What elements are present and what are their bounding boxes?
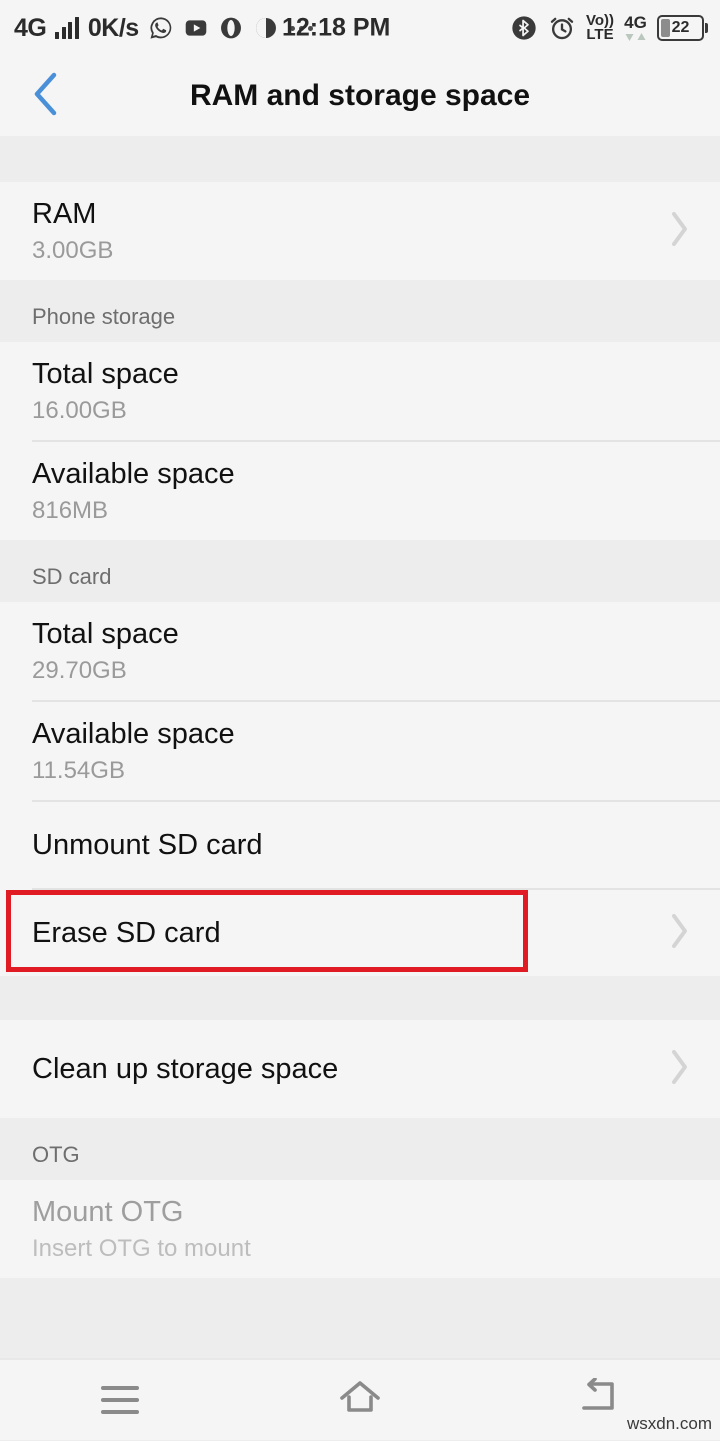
- list-item-title: Available space: [32, 718, 235, 751]
- data-rate-label: 0K/s: [87, 13, 139, 42]
- mobile-network-label: 4G: [624, 13, 647, 32]
- section-header-phone-storage: Phone storage: [0, 280, 720, 342]
- list-item-title: Total space: [32, 618, 179, 651]
- status-bar-clock: 12:18 PM: [282, 13, 391, 42]
- row-texts: Mount OTG Insert OTG to mount: [32, 1197, 251, 1261]
- list-item-title: RAM: [32, 198, 97, 231]
- row-texts: Total space 16.00GB: [32, 359, 179, 423]
- nav-home-button[interactable]: [300, 1359, 420, 1441]
- list-item-subtitle: Insert OTG to mount: [32, 1234, 251, 1262]
- row-texts: Unmount SD card: [32, 828, 263, 861]
- list-item-subtitle: 3.00GB: [32, 236, 114, 264]
- status-bar-right: Vo)) LTE 4G 22: [510, 13, 704, 43]
- list-item-mount-otg: Mount OTG Insert OTG to mount: [0, 1180, 720, 1278]
- chevron-right-icon: [666, 1045, 692, 1094]
- battery-icon: 22: [657, 15, 704, 41]
- app-bar: RAM and storage space: [0, 56, 720, 136]
- battery-level-label: 22: [671, 19, 690, 36]
- signal-bars-icon: [55, 17, 79, 39]
- row-texts: Available space 11.54GB: [32, 719, 235, 783]
- system-navigation-bar: [0, 1358, 720, 1440]
- home-icon: [337, 1378, 383, 1423]
- row-texts: Erase SD card: [32, 916, 221, 949]
- cleanup-group: Clean up storage space: [0, 1020, 720, 1118]
- list-item-phone-available-space[interactable]: Available space 816MB: [0, 442, 720, 540]
- list-item-subtitle: 11.54GB: [32, 756, 125, 784]
- nav-menu-button[interactable]: [60, 1359, 180, 1441]
- row-texts: Available space 816MB: [32, 459, 235, 523]
- list-item-clean-up-storage-space[interactable]: Clean up storage space: [0, 1020, 720, 1118]
- spacer-top: [0, 136, 720, 182]
- page-title: RAM and storage space: [189, 79, 531, 112]
- back-chevron-icon: [29, 69, 63, 124]
- list-item-title: Mount OTG: [32, 1196, 184, 1229]
- row-texts: Total space 29.70GB: [32, 619, 179, 683]
- opera-icon: [218, 15, 244, 41]
- whatsapp-icon: [148, 15, 174, 41]
- row-texts: Clean up storage space: [32, 1052, 339, 1085]
- list-item-subtitle: 29.70GB: [32, 656, 127, 684]
- mobile-network-icon: 4G: [624, 14, 647, 42]
- list-item-title: Clean up storage space: [32, 1052, 339, 1085]
- list-item-sd-available-space[interactable]: Available space 11.54GB: [0, 702, 720, 800]
- list-item-ram[interactable]: RAM 3.00GB: [0, 182, 720, 280]
- row-texts: RAM 3.00GB: [32, 199, 113, 263]
- sd-card-group: Total space 29.70GB Available space 11.5…: [0, 602, 720, 976]
- back-button[interactable]: [0, 56, 92, 136]
- volte-icon: Vo)) LTE: [586, 13, 614, 43]
- back-icon: [578, 1376, 622, 1423]
- watermark: wsxdn.com: [626, 1414, 712, 1433]
- network-type-label: 4G: [14, 13, 47, 42]
- chevron-right-icon: [666, 207, 692, 256]
- status-bar: 4G 0K/s 12:18 PM Vo)) LTE 4G 22: [0, 0, 720, 56]
- bluetooth-icon: [510, 14, 538, 42]
- section-header-otg: OTG: [0, 1118, 720, 1180]
- otg-group: Mount OTG Insert OTG to mount: [0, 1180, 720, 1278]
- battery-fill: [661, 19, 671, 37]
- menu-icon: [101, 1386, 139, 1414]
- section-header-sd-card: SD card: [0, 540, 720, 602]
- list-item-unmount-sd-card[interactable]: Unmount SD card: [0, 802, 720, 888]
- list-item-title: Erase SD card: [32, 916, 221, 949]
- list-item-title: Total space: [32, 358, 179, 391]
- youtube-icon: [183, 15, 209, 41]
- alarm-icon: [548, 14, 576, 42]
- clock-app-icon: [253, 15, 279, 41]
- data-transfer-arrows-icon: [624, 32, 647, 42]
- phone-storage-group: Total space 16.00GB Available space 816M…: [0, 342, 720, 540]
- list-item-phone-total-space[interactable]: Total space 16.00GB: [0, 342, 720, 440]
- spacer-cleanup: [0, 976, 720, 1020]
- list-item-title: Available space: [32, 458, 235, 491]
- chevron-right-icon: [666, 909, 692, 958]
- volte-bottom-label: LTE: [586, 26, 614, 43]
- list-item-subtitle: 16.00GB: [32, 396, 127, 424]
- list-item-erase-sd-card[interactable]: Erase SD card: [0, 890, 720, 976]
- status-bar-left: 4G 0K/s: [14, 15, 313, 41]
- list-item-title: Unmount SD card: [32, 828, 263, 861]
- ram-group: RAM 3.00GB: [0, 182, 720, 280]
- list-item-sd-total-space[interactable]: Total space 29.70GB: [0, 602, 720, 700]
- list-item-subtitle: 816MB: [32, 496, 109, 524]
